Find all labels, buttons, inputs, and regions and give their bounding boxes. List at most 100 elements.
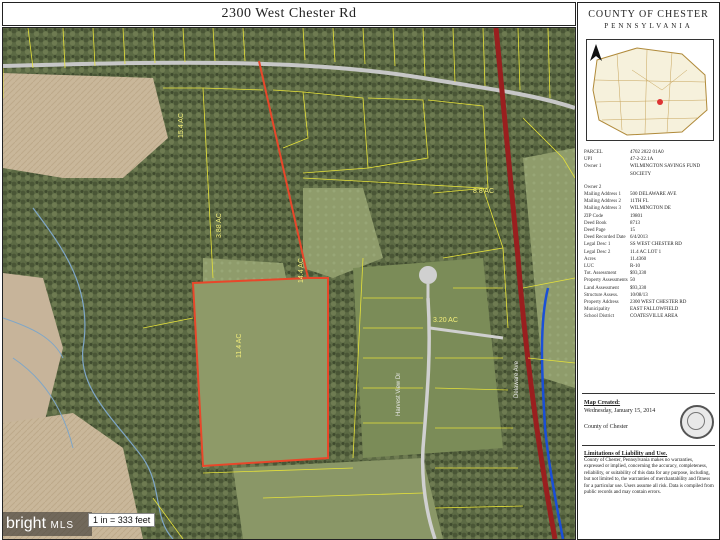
created-by: County of Chester — [584, 424, 628, 430]
property-key: UPI — [584, 157, 593, 163]
property-row: Owner 2 — [584, 184, 714, 191]
north-arrow-icon — [590, 44, 602, 61]
property-value: 11.4360 — [630, 256, 647, 262]
map-created-block: Map Created: Wednesday, January 15, 2014… — [584, 399, 674, 431]
property-value: R-10 — [630, 264, 640, 270]
property-key: Deed Book — [584, 220, 607, 226]
property-row: Legal Desc 2 11.4 AC LOT 1 — [584, 249, 714, 256]
pasture — [233, 458, 443, 539]
parcel-label: 11.4 AC — [236, 334, 243, 358]
subject-field — [193, 278, 328, 466]
road-label-harvest-view: Harvest View Dr — [396, 373, 402, 416]
road-label-delaware: Delaware Ave — [514, 360, 520, 398]
property-value: SS WEST CHESTER RD — [630, 242, 682, 248]
aerial-map[interactable]: 11.4 AC 3.88 AC 14.4 AC 8.8 AC 15.4 AC 3… — [2, 27, 576, 540]
property-row: Mailing Address 1 500 DELAWARE AVE — [584, 191, 714, 198]
property-row: Property Assessments 50 — [584, 277, 714, 284]
property-key: Property Address — [584, 300, 619, 306]
property-value: 15 — [630, 228, 635, 234]
parcel-label: 14.4 AC — [298, 258, 305, 283]
property-value: $93,330 — [630, 271, 647, 277]
property-row: Municipality EAST FALLOWFIELD — [584, 306, 714, 313]
property-value — [630, 184, 714, 191]
property-value: 2300 WEST CHESTER RD — [630, 300, 687, 306]
property-value: COATESVILLE AREA — [630, 314, 678, 320]
property-key: Deed Page — [584, 228, 606, 234]
divider — [582, 445, 715, 446]
map-sheet: 2300 West Chester Rd 11.4 AC 3.88 AC 14.… — [0, 0, 720, 540]
scale-label: 1 in = 333 feet — [88, 513, 156, 527]
property-key: Municipality — [584, 307, 610, 313]
county-locator-map — [586, 39, 714, 141]
property-value: 10/08/13 — [630, 292, 648, 298]
property-value: WILMINGTON SAVINGS FUND SOCIETY — [630, 164, 701, 177]
property-row: UPI 47-2-22.1A — [584, 156, 714, 163]
property-key: Mailing Address 2 — [584, 199, 621, 205]
property-value: 4702 2022 01A0 — [630, 150, 664, 155]
state-name: PENNSYLVANIA — [604, 22, 693, 30]
parcel-label: 3.88 AC — [216, 213, 223, 238]
parcel-label: 8.8 AC — [473, 188, 494, 195]
property-row: Property Address 2300 WEST CHESTER RD — [584, 299, 714, 306]
property-key: Property Assessments — [584, 278, 628, 284]
property-row: Legal Desc 1 SS WEST CHESTER RD — [584, 241, 714, 248]
property-row: Structure Assess. 10/08/13 — [584, 292, 714, 299]
property-key: Legal Desc 1 — [584, 242, 611, 248]
property-row: PARCEL 4702 2022 01A0 — [584, 149, 714, 156]
property-value: EAST FALLOWFIELD — [630, 307, 679, 313]
property-key: Land Assessment — [584, 285, 619, 291]
info-panel: COUNTY OF CHESTER PENNSYLVANIA PARCEL 470… — [577, 2, 720, 540]
property-key: Mailing Address 3 — [584, 206, 621, 212]
location-marker — [657, 99, 663, 105]
property-value: 50 — [630, 278, 635, 284]
property-row: Owner 1 WILMINGTON SAVINGS FUND SOCIETY — [584, 163, 714, 177]
property-row: ZIP Code 19801 — [584, 213, 714, 220]
created-heading: Map Created: — [584, 400, 621, 406]
property-value: 6/4/2013 — [630, 235, 648, 241]
locator-svg — [592, 47, 708, 136]
property-value: WILMINGTON DE — [630, 206, 671, 212]
property-row: Deed Book 8713 — [584, 220, 714, 227]
disclaimer-text: County of Chester, Pennsylvania makes no… — [584, 457, 714, 496]
property-key: LUC — [584, 264, 594, 270]
property-value: 500 DELAWARE AVE — [630, 192, 677, 198]
county-seal — [680, 405, 714, 439]
property-row: Tot. Assessment $93,330 — [584, 270, 714, 277]
aerial-map-svg: 11.4 AC 3.88 AC 14.4 AC 8.8 AC 15.4 AC 3… — [3, 28, 575, 539]
property-key: ZIP Code — [584, 213, 604, 219]
property-key: Owner 1 — [584, 164, 602, 170]
property-key: PARCEL — [584, 150, 603, 155]
property-key: School District — [584, 314, 615, 320]
property-key: Legal Desc 2 — [584, 249, 611, 255]
property-value: 11TH FL — [630, 199, 649, 205]
property-row: Deed Page 15 — [584, 227, 714, 234]
parcel-label: 3.20 AC — [433, 317, 458, 324]
property-row: Acres 11.4360 — [584, 256, 714, 263]
property-key: Structure Assess. — [584, 292, 619, 298]
property-value: 19801 — [630, 213, 643, 219]
property-row: LUC R-10 — [584, 263, 714, 270]
property-row: Land Assessment $93,330 — [584, 285, 714, 292]
property-row: School District COATESVILLE AREA — [584, 313, 714, 320]
parcel-label: 15.4 AC — [178, 113, 185, 138]
property-key: Deed Recorded Date — [584, 235, 626, 241]
cul-de-sac — [419, 266, 437, 284]
property-value: $93,330 — [630, 285, 647, 291]
county-name: COUNTY OF CHESTER — [588, 9, 709, 20]
property-value: 8713 — [630, 220, 640, 226]
property-row: Mailing Address 2 11TH FL — [584, 198, 714, 205]
property-table: PARCEL 4702 2022 01A0 UPI 47-2-22.1A Owner 1… — [584, 149, 714, 321]
map-title: 2300 West Chester Rd — [2, 2, 576, 26]
property-row: Deed Recorded Date 6/4/2013 — [584, 234, 714, 241]
property-row: Mailing Address 3 WILMINGTON DE — [584, 205, 714, 212]
property-key: Mailing Address 1 — [584, 192, 621, 198]
property-key: Acres — [584, 256, 596, 262]
bright-mls-watermark: bright MLS — [2, 512, 92, 536]
property-value: 47-2-22.1A — [630, 157, 654, 163]
disclaimer: Limitations of Liability and Use. County… — [584, 451, 714, 497]
property-value: 11.4 AC LOT 1 — [630, 249, 662, 255]
divider — [582, 393, 715, 394]
created-date: Wednesday, January 15, 2014 — [584, 408, 656, 414]
property-key: Owner 2 — [584, 184, 602, 190]
property-key: Tot. Assessment — [584, 271, 617, 277]
